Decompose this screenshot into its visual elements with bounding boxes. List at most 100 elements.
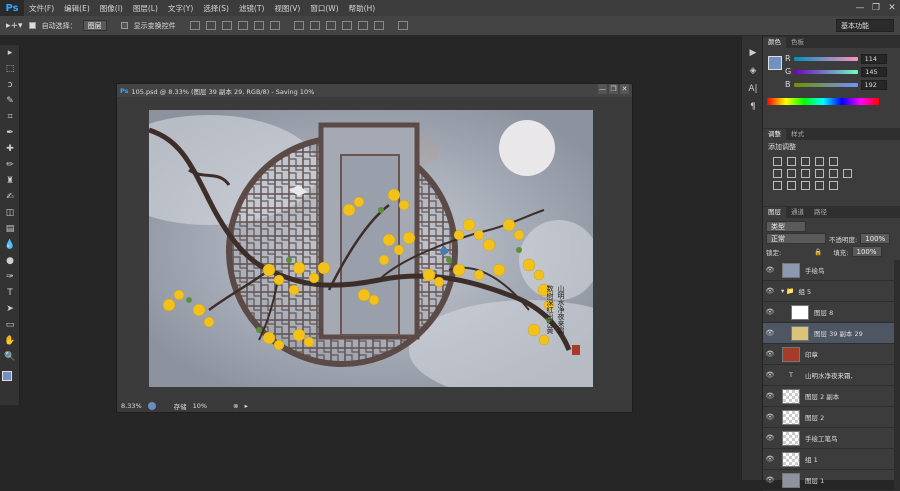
color-balance-icon[interactable]	[787, 169, 796, 178]
zoom-icon[interactable]: 🔍	[0, 349, 20, 365]
visibility-eye-icon[interactable]: 👁	[763, 371, 777, 379]
align-right-icon[interactable]	[269, 21, 280, 30]
hand-icon[interactable]: ✋	[0, 333, 20, 349]
auto-select-dropdown[interactable]: 图层	[82, 20, 107, 31]
marquee-icon[interactable]: ⬚	[0, 61, 20, 77]
brightness-icon[interactable]	[773, 157, 782, 166]
tab-paths[interactable]: 路径	[809, 207, 832, 218]
gradient-icon[interactable]: ▤	[0, 221, 20, 237]
layer-row[interactable]: 👁 图层 8	[763, 302, 900, 323]
status-menu-icon[interactable]: ▸	[245, 402, 248, 410]
character-icon[interactable]: A|	[742, 80, 764, 98]
align-vcenter-icon[interactable]	[205, 21, 216, 30]
distribute-top-icon[interactable]	[293, 21, 304, 30]
visibility-eye-icon[interactable]: 👁	[763, 392, 777, 400]
tab-styles[interactable]: 样式	[786, 129, 809, 140]
menu-view[interactable]: 视图(V)	[269, 3, 305, 14]
align-top-icon[interactable]	[189, 21, 200, 30]
posterize-icon[interactable]	[787, 181, 796, 190]
history-icon[interactable]: ◈	[742, 62, 764, 80]
menu-image[interactable]: 图像(I)	[95, 3, 128, 14]
visibility-eye-icon[interactable]: 👁	[763, 455, 777, 463]
green-value[interactable]: 145	[861, 66, 888, 77]
menu-help[interactable]: 帮助(H)	[344, 3, 381, 14]
threshold-icon[interactable]	[801, 181, 810, 190]
menu-window[interactable]: 窗口(W)	[305, 3, 343, 14]
gradient-map-icon[interactable]	[815, 181, 824, 190]
distribute-hcenter-icon[interactable]	[357, 21, 368, 30]
red-slider[interactable]	[793, 56, 858, 61]
cancel-save-icon[interactable]: ⊗	[233, 402, 238, 410]
fill-input[interactable]: 100%	[851, 246, 882, 257]
zoom-level[interactable]: 8.33%	[121, 402, 142, 410]
history-brush-icon[interactable]: ✍	[0, 189, 20, 205]
align-bottom-icon[interactable]	[221, 21, 232, 30]
foreground-swatch[interactable]	[768, 56, 782, 70]
distribute-right-icon[interactable]	[373, 21, 384, 30]
layer-row[interactable]: 👁 手绘工笔鸟	[763, 428, 900, 449]
layer-filter-dropdown[interactable]: 类型	[766, 220, 806, 232]
align-hcenter-icon[interactable]	[253, 21, 264, 30]
dodge-icon[interactable]: ●	[0, 253, 20, 269]
close-button[interactable]: ✕	[884, 0, 900, 16]
visibility-eye-icon[interactable]: 👁	[763, 308, 777, 316]
visibility-eye-icon[interactable]: 👁	[763, 413, 777, 421]
blue-slider[interactable]	[793, 82, 858, 87]
move-icon[interactable]: ▸	[0, 45, 20, 61]
red-value[interactable]: 114	[860, 53, 887, 64]
green-slider[interactable]	[794, 69, 859, 74]
tab-layers[interactable]: 图层	[763, 207, 786, 218]
eraser-icon[interactable]: ◫	[0, 205, 20, 221]
play-actions-icon[interactable]: ▶	[742, 44, 764, 62]
layer-row[interactable]: 👁 ▾ 📁 组 5	[763, 281, 900, 302]
layer-row[interactable]: 👁 T 山明水净夜来霜,	[763, 365, 900, 386]
menu-select[interactable]: 选择(S)	[198, 3, 234, 14]
healing-icon[interactable]: ✚	[0, 141, 20, 157]
menu-layer[interactable]: 图层(L)	[128, 3, 163, 14]
align-left-icon[interactable]	[237, 21, 248, 30]
doc-close-button[interactable]: ✕	[620, 84, 629, 94]
invert-icon[interactable]	[773, 181, 782, 190]
layer-row[interactable]: 👁 组 1	[763, 449, 900, 470]
lock-icon[interactable]: 🔒	[814, 248, 822, 256]
auto-select-checkbox[interactable]	[28, 22, 36, 29]
pen-icon[interactable]: ✑	[0, 269, 20, 285]
layer-row[interactable]: 👁 图层 2 副本	[763, 386, 900, 407]
menu-file[interactable]: 文件(F)	[24, 3, 59, 14]
distribute-vcenter-icon[interactable]	[309, 21, 320, 30]
distribute-bottom-icon[interactable]	[325, 21, 336, 30]
layer-row[interactable]: 👁 手绘鸟	[763, 260, 900, 281]
document-titlebar[interactable]: Ps 105.psd @ 8.33% (图层 39 副本 29, RGB/8) …	[117, 84, 632, 97]
folder-icon[interactable]: ▾ 📁	[781, 287, 794, 295]
visibility-eye-icon[interactable]: 👁	[763, 266, 777, 274]
restore-button[interactable]: ❐	[868, 0, 884, 16]
status-info-icon[interactable]	[147, 401, 156, 410]
curves-icon[interactable]	[801, 157, 810, 166]
menu-filter[interactable]: 滤镜(T)	[234, 3, 269, 14]
selective-color-icon[interactable]	[829, 181, 838, 190]
channel-mixer-icon[interactable]	[829, 169, 838, 178]
brush-icon[interactable]: ✏	[0, 157, 20, 173]
visibility-eye-icon[interactable]: 👁	[763, 287, 777, 295]
tab-color[interactable]: 颜色	[763, 37, 786, 48]
shape-icon[interactable]: ▭	[0, 317, 20, 333]
artwork-canvas[interactable]: 山明水净夜来霜 数树深红出浅黄	[149, 110, 593, 387]
layer-row[interactable]: 👁 图层 2	[763, 407, 900, 428]
color-spectrum-bar[interactable]	[767, 98, 879, 105]
show-transform-checkbox[interactable]	[120, 22, 128, 29]
stamp-icon[interactable]: ♜	[0, 173, 20, 189]
blur-icon[interactable]: 💧	[0, 237, 20, 253]
crop-icon[interactable]: ⌗	[0, 109, 20, 125]
move-tool-preset-icon[interactable]: ▸+▾	[6, 21, 23, 31]
visibility-eye-icon[interactable]: 👁	[763, 476, 777, 484]
eyedropper-icon[interactable]: ✒	[0, 125, 20, 141]
layer-row[interactable]: 👁 图层 39 副本 29	[763, 323, 900, 344]
visibility-eye-icon[interactable]: 👁	[763, 434, 777, 442]
color-lookup-icon[interactable]	[843, 169, 852, 178]
exposure-icon[interactable]	[815, 157, 824, 166]
hue-sat-icon[interactable]	[773, 169, 782, 178]
menu-edit[interactable]: 编辑(E)	[59, 3, 95, 14]
workspace-switcher[interactable]: 基本功能	[836, 19, 894, 32]
color-swatches[interactable]	[2, 371, 18, 387]
tab-adjustments[interactable]: 调整	[763, 129, 786, 140]
